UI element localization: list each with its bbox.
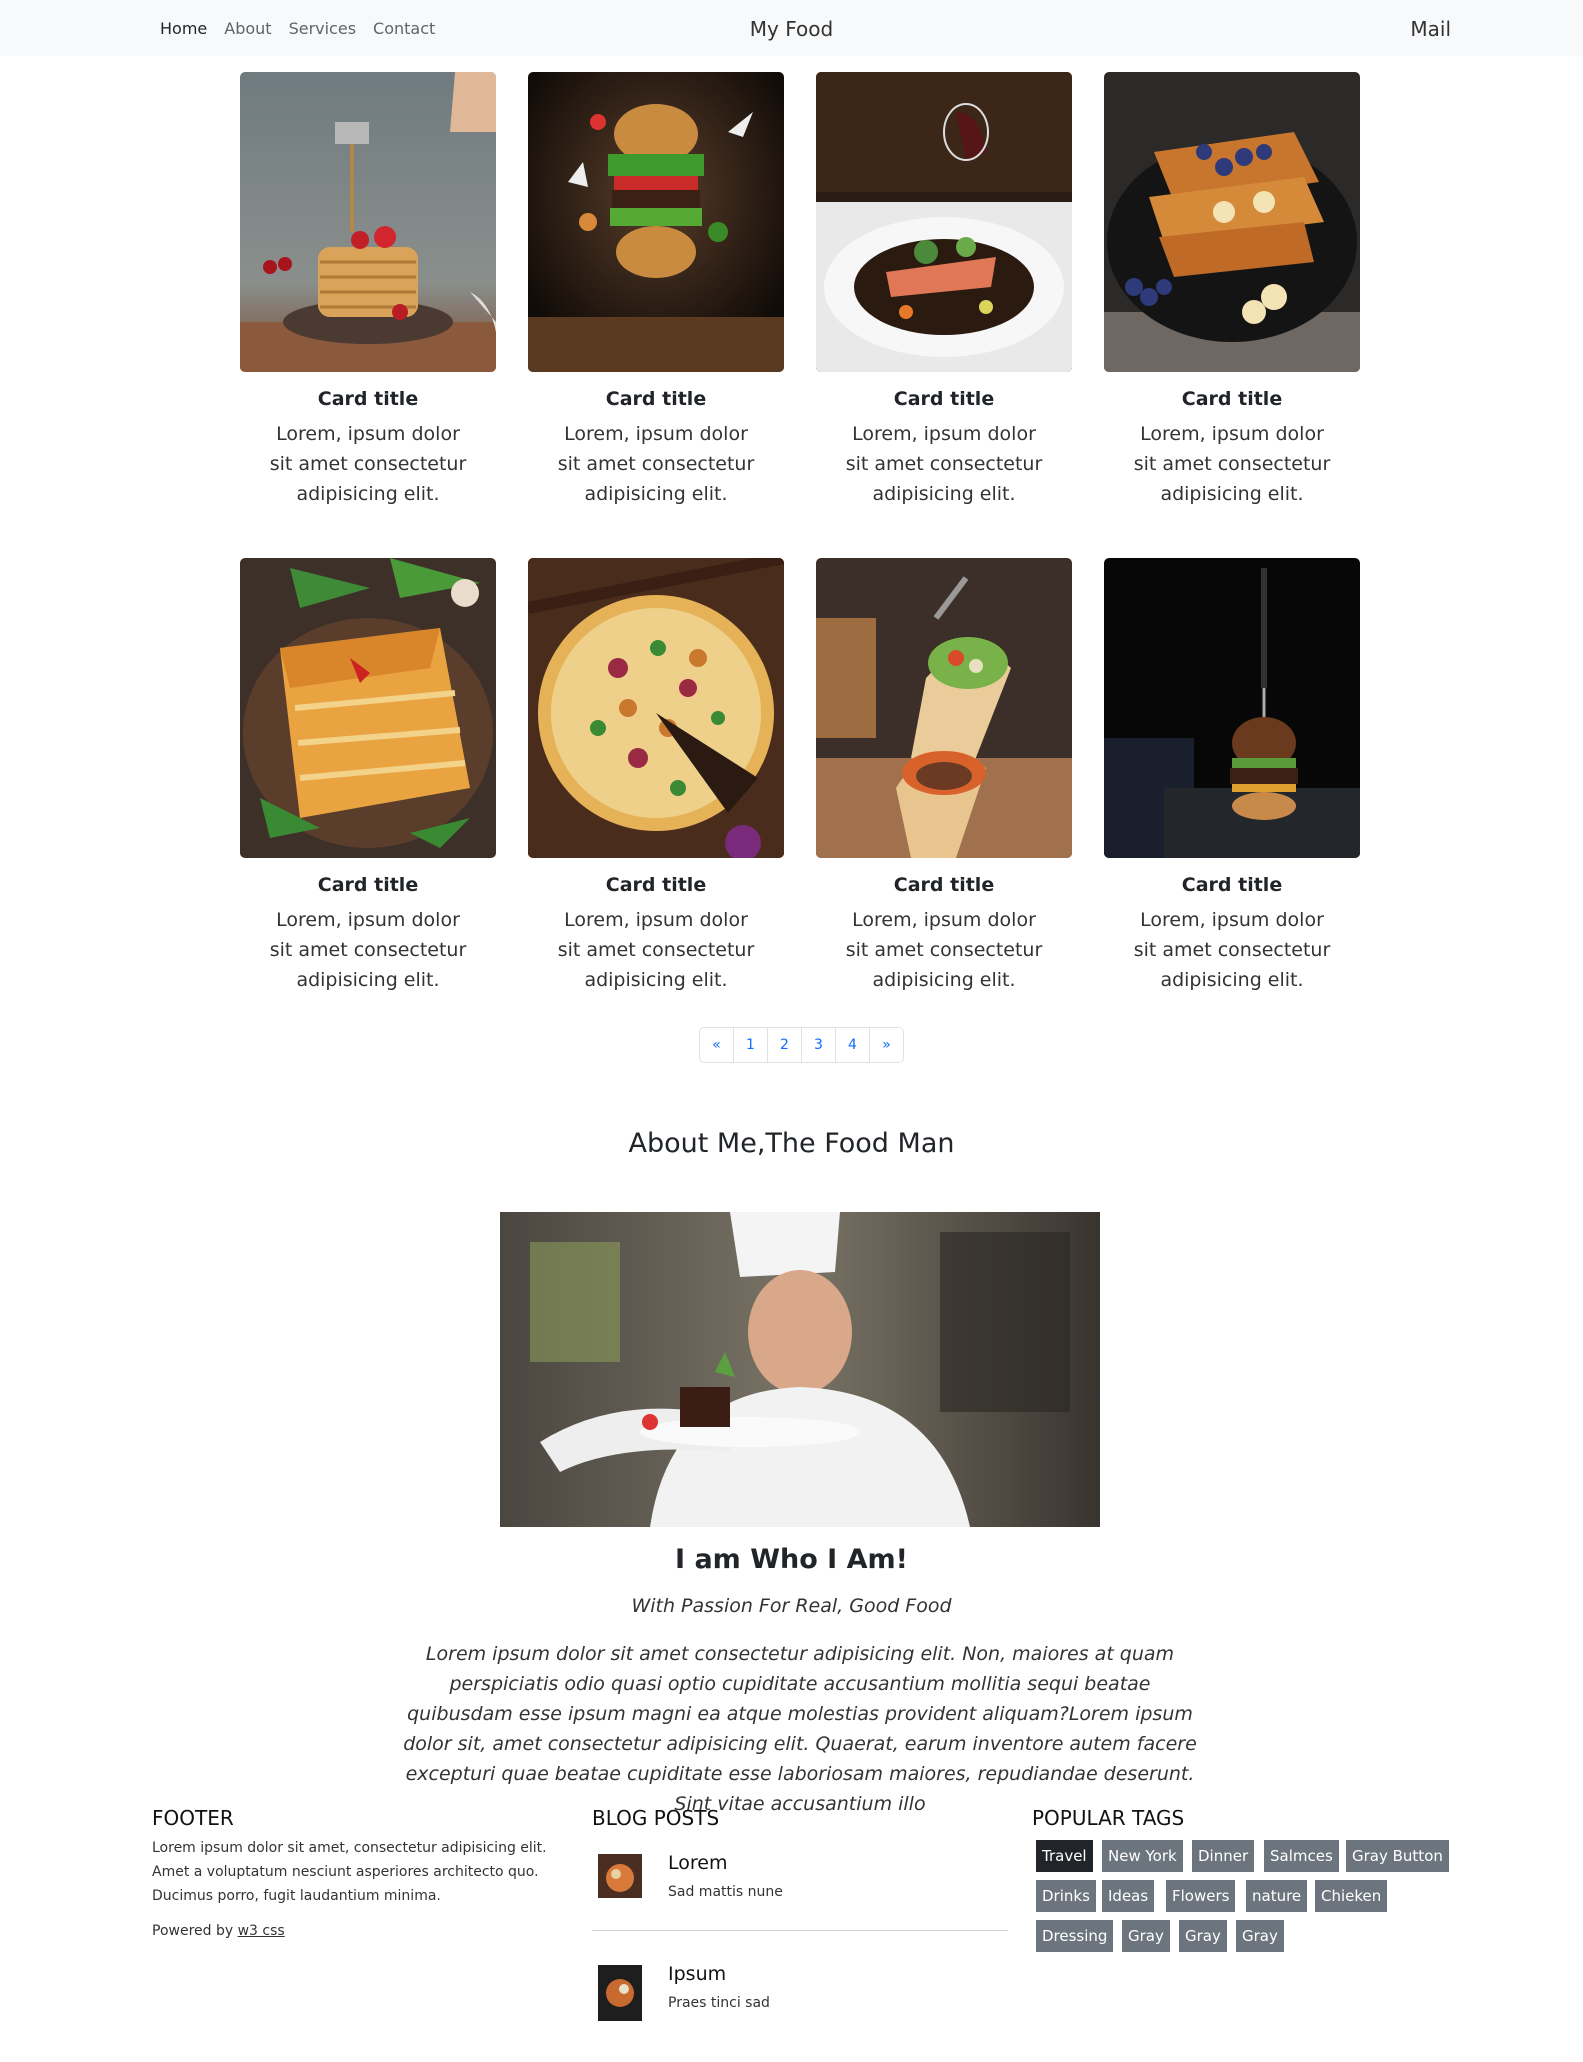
tag-drinks[interactable]: Drinks: [1036, 1880, 1096, 1912]
about-paragraph: Lorem ipsum dolor sit amet consectetur a…: [403, 1643, 1197, 1815]
blog-post[interactable]: Lorem Sad mattis nune: [592, 1850, 1008, 1920]
tag-chieken[interactable]: Chieken: [1315, 1880, 1388, 1912]
blog-post-subtitle: Sad mattis nune: [668, 1884, 783, 1900]
footer-text: Lorem ipsum dolor sit amet, consectetur …: [152, 1840, 547, 1904]
page-4-button[interactable]: 4: [836, 1028, 870, 1062]
tag-gray[interactable]: Gray: [1122, 1920, 1170, 1952]
page-prev-button[interactable]: «: [700, 1028, 734, 1062]
tag-ideas[interactable]: Ideas: [1102, 1880, 1155, 1912]
page-2-button[interactable]: 2: [768, 1028, 802, 1062]
footer-heading: FOOTER: [152, 1806, 234, 1830]
card-text: Lorem, ipsum dolor sit amet consectetur …: [557, 909, 755, 991]
food-card: Card title Lorem, ipsum dolor sit amet c…: [816, 72, 1072, 509]
card-text: Lorem, ipsum dolor sit amet consectetur …: [1133, 423, 1331, 505]
food-card: Card title Lorem, ipsum dolor sit amet c…: [528, 558, 784, 995]
card-title: Card title: [893, 388, 995, 410]
card-image-salmon: [816, 72, 1072, 372]
tag-salmces[interactable]: Salmces: [1264, 1840, 1339, 1872]
card-image-burrito: [816, 558, 1072, 858]
food-card: Card title Lorem, ipsum dolor sit amet c…: [240, 72, 496, 509]
food-card: Card title Lorem, ipsum dolor sit amet c…: [240, 558, 496, 995]
blog-post-subtitle: Praes tinci sad: [668, 1995, 770, 2011]
page-1-button[interactable]: 1: [734, 1028, 768, 1062]
tag-gray[interactable]: Gray: [1179, 1920, 1227, 1952]
page-3-button[interactable]: 3: [802, 1028, 836, 1062]
card-image-pancakes: [240, 72, 496, 372]
w3css-link[interactable]: w3 css: [238, 1923, 285, 1939]
tag-travel[interactable]: Travel: [1036, 1840, 1093, 1872]
tag-gray-button[interactable]: Gray Button: [1346, 1840, 1449, 1872]
card-image-burger: [528, 72, 784, 372]
card-image-lasagna: [240, 558, 496, 858]
card-text: Lorem, ipsum dolor sit amet consectetur …: [269, 909, 467, 991]
blog-post-thumbnail: [598, 1965, 642, 2021]
blog-post-title: Ipsum: [668, 1963, 727, 1985]
pagination: « 1 2 3 4 »: [699, 1027, 904, 1063]
blog-divider: [592, 1930, 1008, 1931]
food-card: Card title Lorem, ipsum dolor sit amet c…: [1104, 558, 1360, 995]
card-title: Card title: [605, 874, 707, 896]
blog-post-thumbnail: [598, 1854, 642, 1898]
food-card: Card title Lorem, ipsum dolor sit amet c…: [1104, 72, 1360, 509]
card-title: Card title: [317, 388, 419, 410]
brand-link[interactable]: My Food: [750, 17, 833, 41]
card-title: Card title: [1181, 388, 1283, 410]
card-text: Lorem, ipsum dolor sit amet consectetur …: [1133, 909, 1331, 991]
blog-post[interactable]: Ipsum Praes tinci sad: [592, 1961, 1008, 2031]
chef-image: [500, 1212, 1100, 1527]
card-title: Card title: [1181, 874, 1283, 896]
card-text: Lorem, ipsum dolor sit amet consectetur …: [557, 423, 755, 505]
nav-contact-link[interactable]: Contact: [373, 19, 435, 38]
tag-new-york[interactable]: New York: [1102, 1840, 1183, 1872]
food-card: Card title Lorem, ipsum dolor sit amet c…: [816, 558, 1072, 995]
card-title: Card title: [605, 388, 707, 410]
tag-gray[interactable]: Gray: [1236, 1920, 1284, 1952]
card-image-mini-burger: [1104, 558, 1360, 858]
tag-dinner[interactable]: Dinner: [1192, 1840, 1255, 1872]
powered-by-prefix: Powered by: [152, 1923, 238, 1939]
nav-about-link[interactable]: About: [224, 19, 271, 38]
tag-flowers[interactable]: Flowers: [1166, 1880, 1236, 1912]
tag-nature[interactable]: nature: [1246, 1880, 1308, 1912]
about-heading: About Me,The Food Man: [628, 1128, 955, 1159]
card-title: Card title: [317, 874, 419, 896]
powered-by: Powered by w3 css: [152, 1923, 285, 1939]
about-title: I am Who I Am!: [675, 1544, 908, 1575]
card-text: Lorem, ipsum dolor sit amet consectetur …: [269, 423, 467, 505]
about-tagline: With Passion For Real, Good Food: [631, 1595, 952, 1617]
card-image-french-toast: [1104, 72, 1360, 372]
blog-heading: BLOG POSTS: [592, 1806, 720, 1830]
tag-dressing[interactable]: Dressing: [1036, 1920, 1114, 1952]
card-text: Lorem, ipsum dolor sit amet consectetur …: [845, 423, 1043, 505]
tags-heading: POPULAR TAGS: [1032, 1806, 1185, 1830]
blog-post-title: Lorem: [668, 1852, 728, 1874]
nav-home-link[interactable]: Home: [160, 19, 207, 38]
card-title: Card title: [893, 874, 995, 896]
card-text: Lorem, ipsum dolor sit amet consectetur …: [845, 909, 1043, 991]
page-next-button[interactable]: »: [870, 1028, 903, 1062]
food-card: Card title Lorem, ipsum dolor sit amet c…: [528, 72, 784, 509]
card-image-pizza: [528, 558, 784, 858]
mail-link[interactable]: Mail: [1410, 0, 1451, 56]
top-navbar: Home About Services Contact My Food Mail: [0, 0, 1583, 56]
nav-services-link[interactable]: Services: [289, 19, 356, 38]
nav-links: Home About Services Contact: [160, 0, 435, 56]
